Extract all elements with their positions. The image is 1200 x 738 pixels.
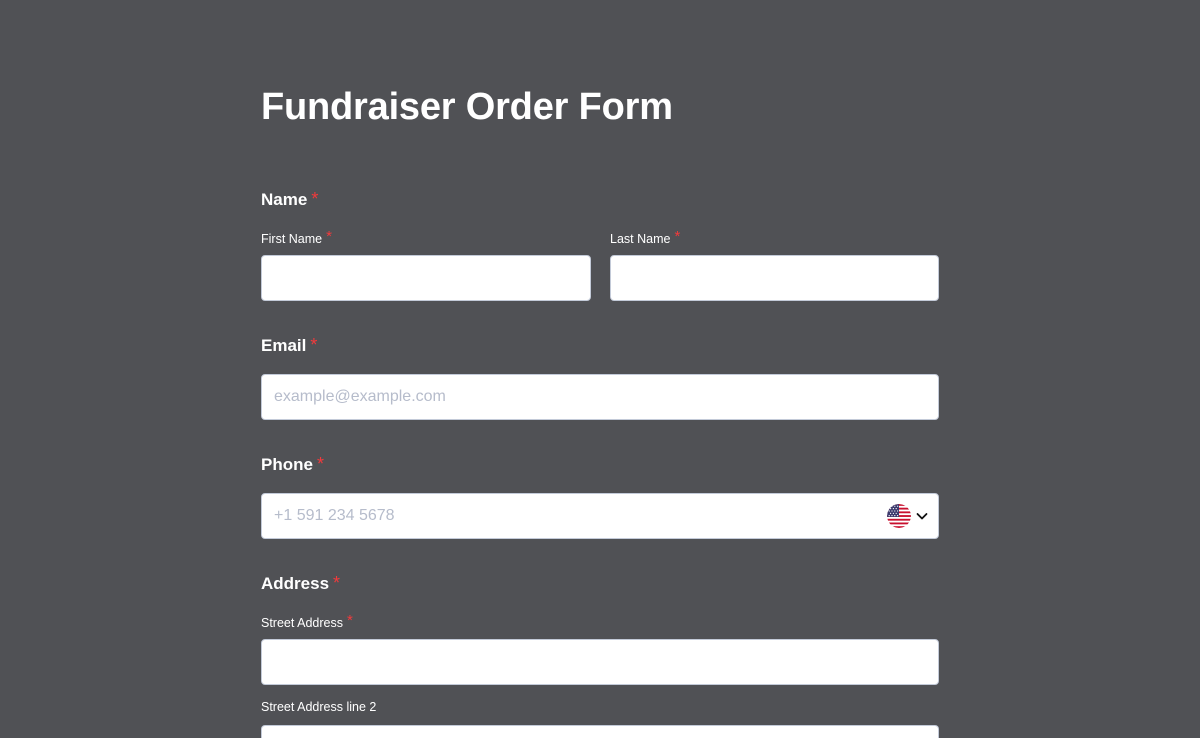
required-marker: * — [310, 335, 318, 355]
last-name-label: Last Name * — [610, 228, 681, 247]
email-label-text: Email — [261, 336, 307, 355]
first-name-label: First Name * — [261, 228, 332, 247]
email-input[interactable] — [261, 374, 939, 420]
first-name-input[interactable] — [261, 255, 591, 301]
required-marker: * — [674, 228, 681, 245]
address-label-text: Address — [261, 574, 330, 593]
phone-section-label: Phone * — [261, 454, 324, 475]
phone-input[interactable] — [261, 493, 939, 539]
name-label-text: Name — [261, 190, 308, 209]
country-code-dropdown[interactable] — [887, 504, 929, 528]
street-address-line2-label: Street Address line 2 — [261, 700, 376, 714]
required-marker: * — [326, 228, 332, 245]
last-name-input[interactable] — [610, 255, 939, 301]
required-marker: * — [311, 189, 319, 209]
required-marker: * — [333, 573, 341, 593]
street-address-input[interactable] — [261, 639, 939, 685]
required-marker: * — [316, 454, 324, 474]
page: Fundraiser Order Form Name * First Name * … — [0, 0, 1200, 738]
chevron-down-icon — [916, 513, 928, 520]
required-marker: * — [347, 612, 353, 629]
phone-label-text: Phone — [261, 455, 313, 474]
last-name-label-text: Last Name — [610, 232, 671, 246]
first-name-label-text: First Name — [261, 232, 323, 246]
name-section-label: Name * — [261, 189, 318, 210]
street-address-label: Street Address * — [261, 612, 353, 631]
email-section-label: Email * — [261, 335, 317, 356]
street-address-line2-input[interactable] — [261, 725, 939, 738]
us-flag-icon — [887, 504, 911, 528]
address-section-label: Address * — [261, 573, 340, 594]
street-address-line2-label-text: Street Address line 2 — [261, 700, 377, 714]
phone-field-wrapper — [261, 493, 939, 539]
form-title: Fundraiser Order Form — [261, 86, 673, 128]
street-address-label-text: Street Address — [261, 616, 343, 630]
